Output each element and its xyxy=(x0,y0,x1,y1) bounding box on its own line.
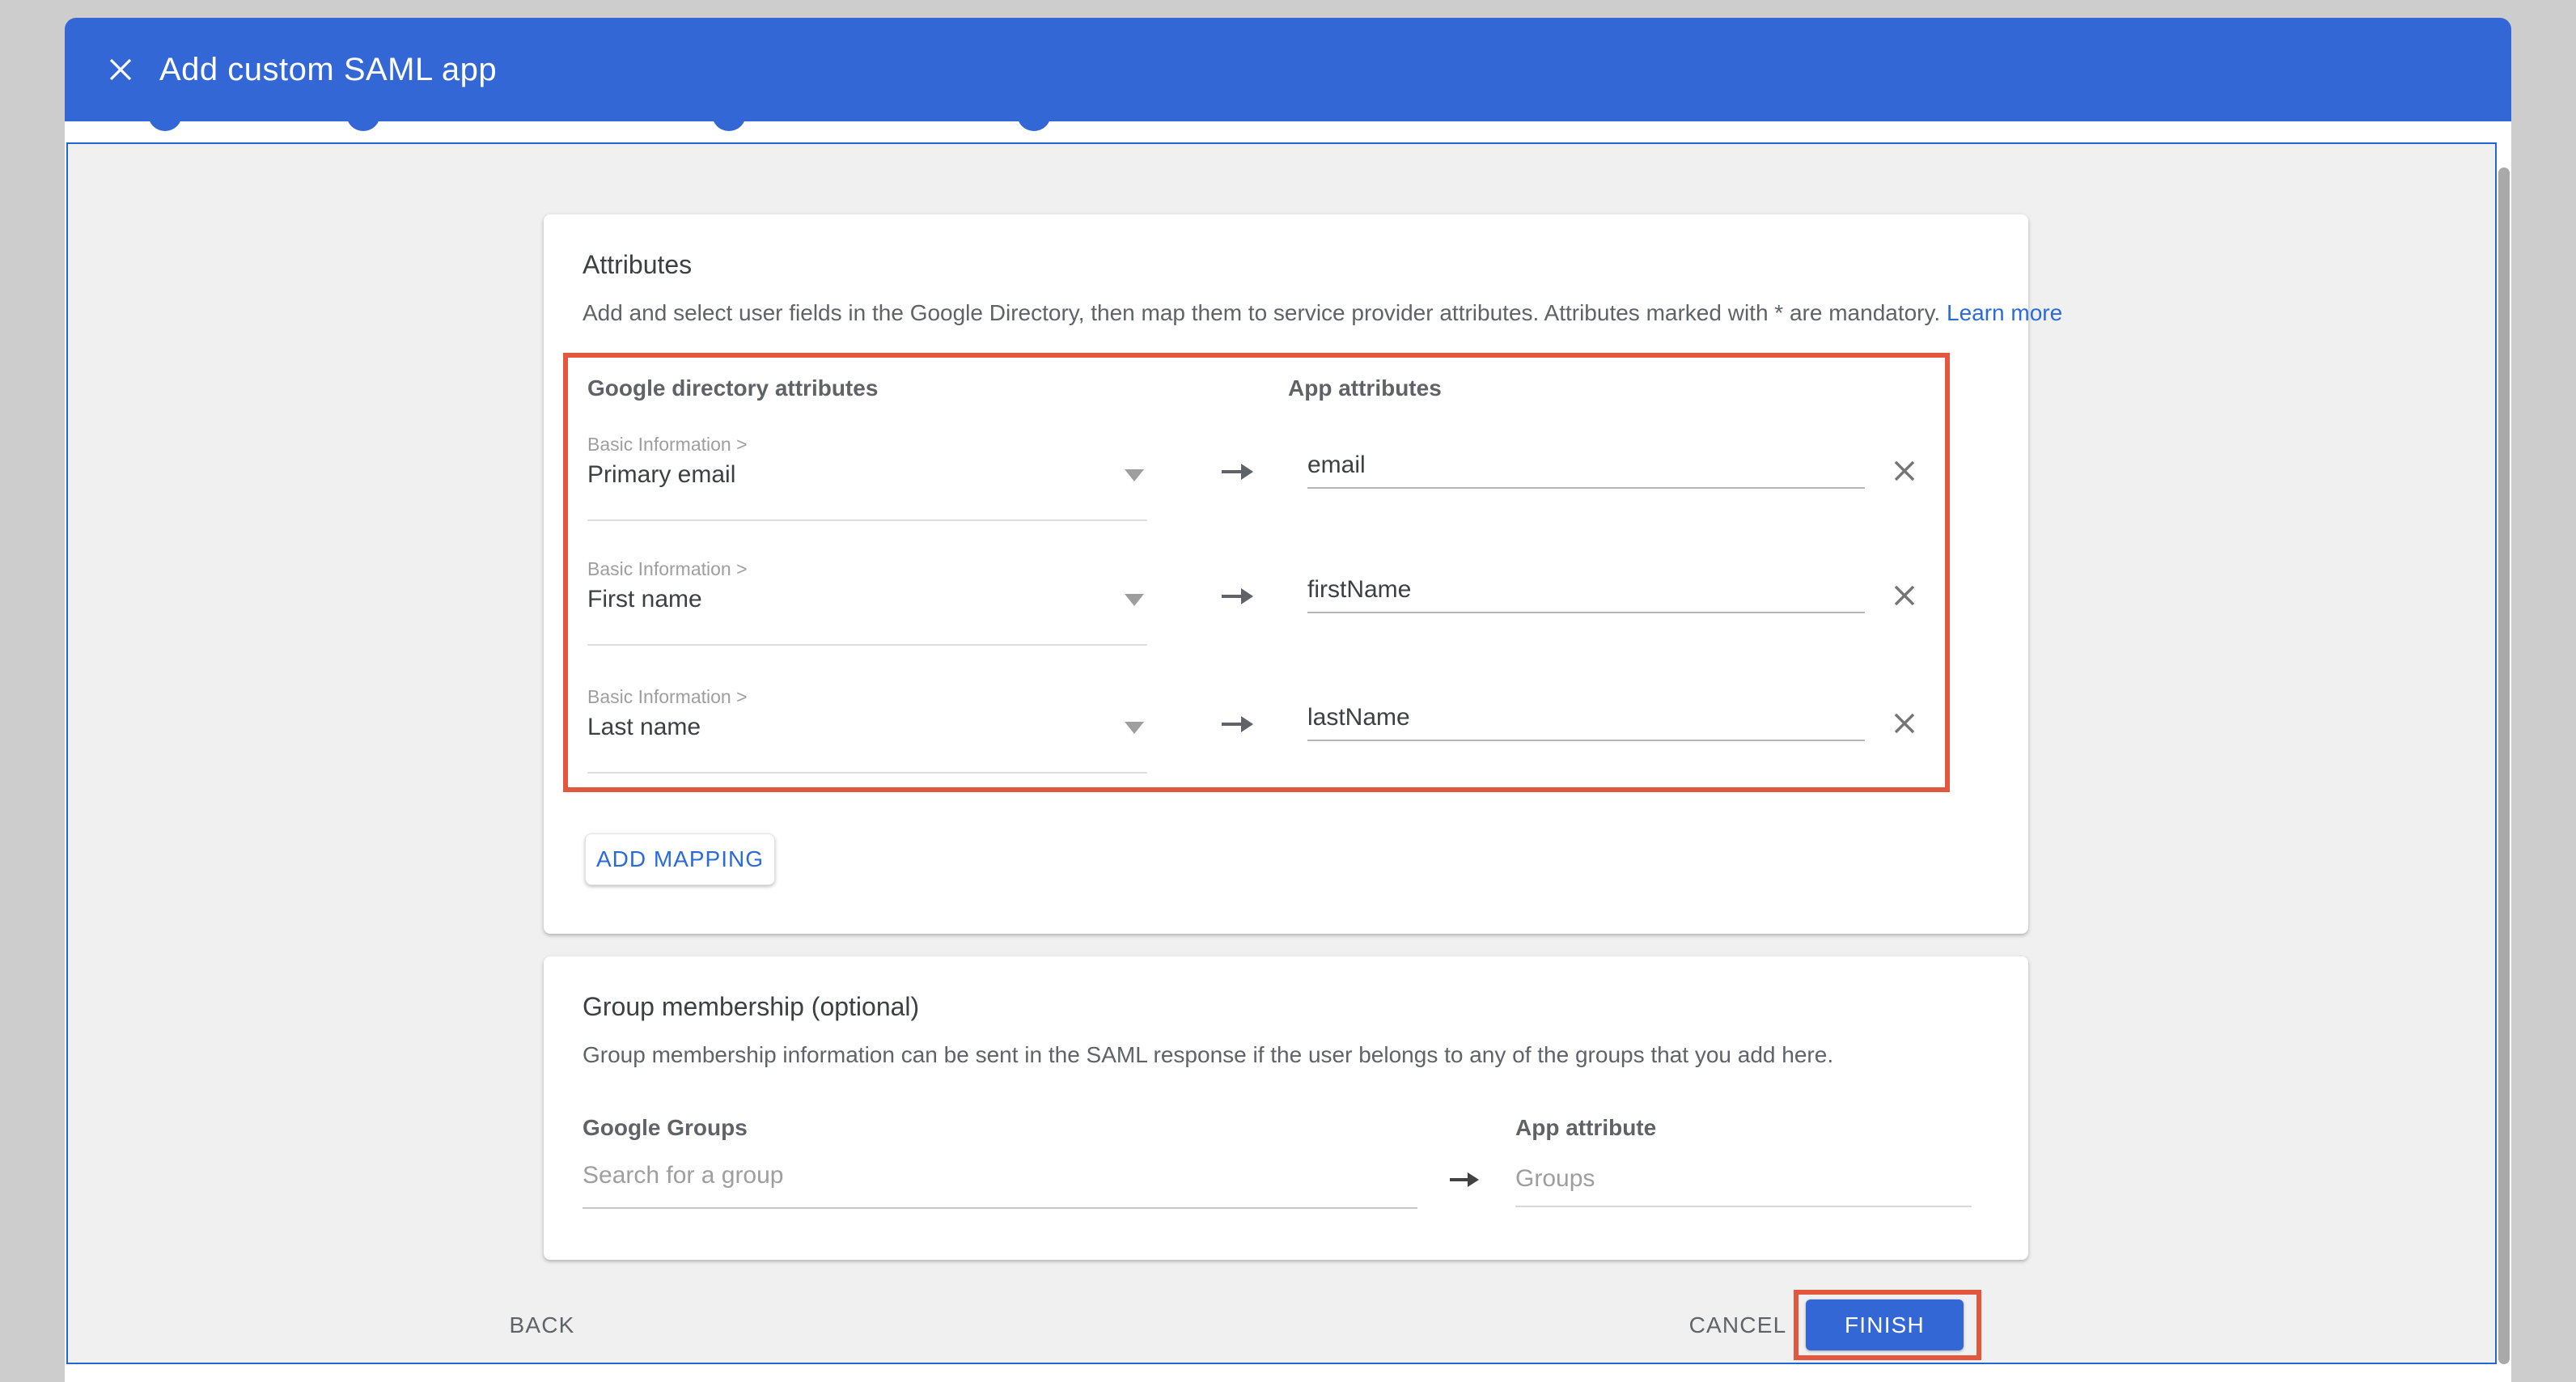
app-attributes-header: App attributes xyxy=(1288,375,1442,401)
attribute-category-label: Basic Information > xyxy=(587,434,748,456)
learn-more-link[interactable]: Learn more xyxy=(1947,300,2062,325)
add-mapping-button[interactable]: ADD MAPPING xyxy=(585,833,775,885)
google-attribute-select[interactable]: Basic Information > Last name xyxy=(587,680,1147,774)
app-attribute-field xyxy=(1307,704,1865,741)
google-directory-attributes-header: Google directory attributes xyxy=(587,375,878,401)
app-attribute-field xyxy=(1307,576,1865,613)
google-attribute-value: Last name xyxy=(587,714,701,741)
group-membership-card: Group membership (optional) Group member… xyxy=(544,956,2028,1260)
finish-button[interactable]: FINISH xyxy=(1806,1299,1964,1350)
mapping-annotation-box: Google directory attributes App attribut… xyxy=(563,353,1950,792)
group-search-input[interactable] xyxy=(583,1162,1417,1209)
chevron-down-icon[interactable] xyxy=(1125,722,1144,734)
back-button[interactable]: BACK xyxy=(494,1299,591,1351)
dialog-header: Add custom SAML app xyxy=(65,18,2511,121)
app-attribute-label: App attribute xyxy=(1515,1115,1656,1141)
scrollbar-thumb[interactable] xyxy=(2498,167,2510,1364)
arrow-right-icon xyxy=(1167,712,1307,736)
app-attribute-input[interactable] xyxy=(1307,451,1865,489)
select-underline xyxy=(587,644,1147,646)
group-card-title: Group membership (optional) xyxy=(583,992,919,1022)
app-attribute-field xyxy=(1307,451,1865,489)
select-underline xyxy=(587,519,1147,521)
groups-attribute-input[interactable] xyxy=(1515,1165,1972,1207)
remove-mapping-icon[interactable] xyxy=(1887,453,1922,489)
attributes-card-title: Attributes xyxy=(583,250,692,280)
google-groups-label: Google Groups xyxy=(583,1115,748,1141)
mapping-row: Basic Information > First name xyxy=(587,552,1930,649)
google-attribute-select[interactable]: Basic Information > First name xyxy=(587,552,1147,646)
attributes-card: Attributes Add and select user fields in… xyxy=(544,214,2028,934)
attributes-description-text: Add and select user fields in the Google… xyxy=(583,300,1940,325)
dialog-title: Add custom SAML app xyxy=(159,52,497,88)
group-card-description: Group membership information can be sent… xyxy=(583,1042,1833,1068)
attribute-category-label: Basic Information > xyxy=(587,686,748,708)
groups-attribute-field xyxy=(1515,1165,1972,1207)
arrow-right-icon xyxy=(1448,1168,1481,1195)
mapping-row: Basic Information > Last name xyxy=(587,680,1930,777)
remove-mapping-icon[interactable] xyxy=(1887,706,1922,741)
google-attribute-value: Primary email xyxy=(587,461,735,489)
attributes-card-description: Add and select user fields in the Google… xyxy=(583,300,2062,326)
arrow-right-icon xyxy=(1167,584,1307,608)
attribute-category-label: Basic Information > xyxy=(587,558,748,580)
app-attribute-input[interactable] xyxy=(1307,576,1865,613)
google-attribute-value: First name xyxy=(587,586,702,613)
select-underline xyxy=(587,772,1147,774)
google-attribute-select[interactable]: Basic Information > Primary email xyxy=(587,427,1147,521)
group-search-field xyxy=(583,1162,1417,1209)
arrow-right-icon xyxy=(1167,460,1307,484)
chevron-down-icon[interactable] xyxy=(1125,594,1144,606)
mapping-row: Basic Information > Primary email xyxy=(587,427,1930,524)
app-attribute-input[interactable] xyxy=(1307,704,1865,741)
wizard-content-frame: Attributes Add and select user fields in… xyxy=(66,142,2497,1364)
close-icon[interactable] xyxy=(104,53,137,86)
add-saml-app-dialog: Add custom SAML app Attributes Add and s… xyxy=(65,18,2511,1382)
cancel-button[interactable]: CANCEL xyxy=(1673,1299,1803,1351)
remove-mapping-icon[interactable] xyxy=(1887,578,1922,613)
chevron-down-icon[interactable] xyxy=(1125,469,1144,481)
